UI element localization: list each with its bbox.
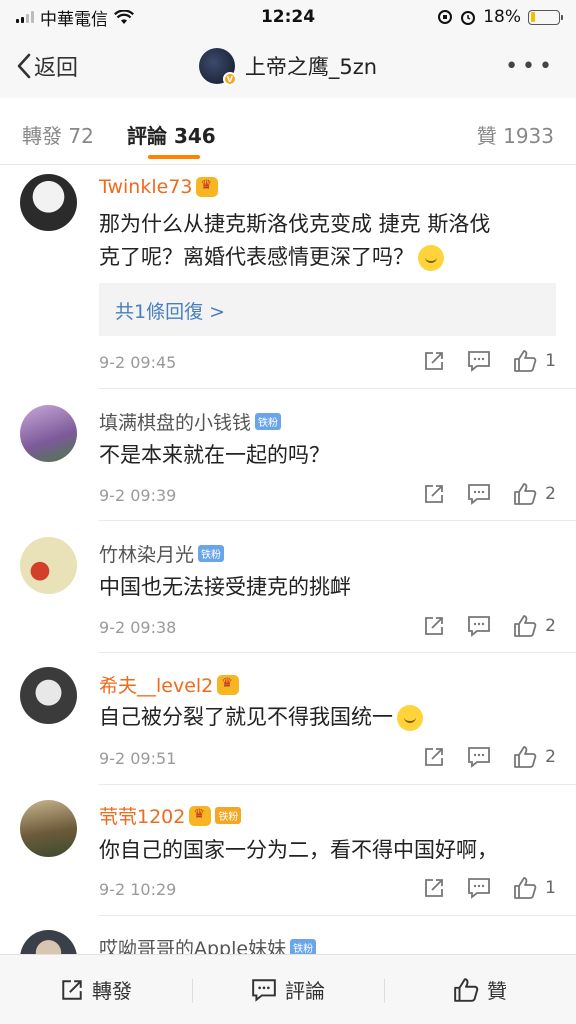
like-count: 2 xyxy=(545,484,556,504)
tab-likes[interactable]: 贊 1933 xyxy=(477,120,554,149)
comment-time: 9-2 09:51 xyxy=(99,749,177,768)
fan-badge: 铁粉 xyxy=(255,413,282,430)
like-icon[interactable] xyxy=(513,482,537,506)
comment-button[interactable]: 評論 xyxy=(192,975,384,1004)
comment-time: 9-2 09:39 xyxy=(99,486,177,505)
comment-icon xyxy=(252,978,276,1002)
battery-icon xyxy=(528,9,563,25)
like-icon[interactable] xyxy=(513,349,537,373)
alarm-icon xyxy=(461,11,476,25)
reply-icon[interactable] xyxy=(467,746,491,768)
status-bar: 中華電信 12:24 18% xyxy=(0,0,576,34)
divider xyxy=(99,784,576,785)
back-button[interactable]: 返回 xyxy=(16,50,78,82)
comment-time: 9-2 09:38 xyxy=(99,618,177,637)
signal-icon xyxy=(16,11,34,23)
comment-text: 你自己的国家一分为二，看不得中国好啊， xyxy=(99,838,498,862)
divider xyxy=(99,388,576,389)
vip-crown-icon xyxy=(217,674,240,695)
like-icon xyxy=(454,977,479,1002)
page-title[interactable]: 上帝之鹰_5zn xyxy=(245,51,377,81)
tab-bar: 轉發 72 評論 346 贊 1933 xyxy=(0,98,576,165)
bottom-action-bar: 轉發 評論 贊 xyxy=(0,954,576,1024)
nav-bar: 返回 V 上帝之鹰_5zn ••• xyxy=(0,34,576,98)
author-avatar[interactable]: V xyxy=(198,48,237,86)
reply-icon[interactable] xyxy=(467,483,491,505)
like-count: 1 xyxy=(545,351,556,371)
comment-time: 9-2 09:45 xyxy=(99,353,177,372)
replies-link[interactable]: 共1條回復 > xyxy=(99,283,556,336)
commenter-name[interactable]: 希夫__level2 xyxy=(99,671,213,698)
like-button[interactable]: 贊 xyxy=(384,975,576,1004)
comment-label: 評論 xyxy=(285,979,325,1003)
wifi-icon xyxy=(114,9,134,24)
commenter-avatar[interactable] xyxy=(20,667,77,724)
emoji-icon xyxy=(397,705,423,731)
emoji-icon xyxy=(418,245,444,271)
share-icon[interactable] xyxy=(423,746,445,768)
back-label: 返回 xyxy=(34,56,79,81)
tab-comments[interactable]: 評論 346 xyxy=(127,120,216,149)
repost-label: 轉發 xyxy=(92,979,132,1003)
battery-percent: 18% xyxy=(483,7,521,27)
commenter-name[interactable]: Twinkle73 xyxy=(99,176,192,198)
divider xyxy=(99,520,576,521)
like-count: 1 xyxy=(545,878,556,898)
vip-crown-icon xyxy=(196,177,219,197)
comment-text: 不是本来就在一起的吗？ xyxy=(99,443,330,467)
more-options-button[interactable]: ••• xyxy=(505,54,556,79)
comment-time: 9-2 10:29 xyxy=(99,880,177,899)
reply-icon[interactable] xyxy=(467,350,491,372)
repost-button[interactable]: 轉發 xyxy=(0,975,192,1004)
share-icon[interactable] xyxy=(423,877,445,899)
verified-badge-icon: V xyxy=(222,72,237,86)
commenter-avatar[interactable] xyxy=(20,537,77,594)
active-tab-indicator xyxy=(148,155,200,159)
commenter-avatar[interactable] xyxy=(20,405,77,462)
chevron-left-icon xyxy=(17,53,31,79)
like-icon[interactable] xyxy=(513,876,537,900)
commenter-name[interactable]: 竹林染月光 xyxy=(99,540,194,567)
share-icon[interactable] xyxy=(423,350,445,372)
fan-badge: 铁粉 xyxy=(215,807,242,824)
carrier-name: 中華電信 xyxy=(40,9,108,30)
like-icon[interactable] xyxy=(513,745,537,769)
commenter-avatar[interactable] xyxy=(20,800,77,857)
commenter-name[interactable]: 填满棋盘的小钱钱 xyxy=(99,408,251,435)
share-icon xyxy=(62,979,82,1000)
reply-icon[interactable] xyxy=(467,615,491,637)
share-icon[interactable] xyxy=(423,483,445,505)
vip-crown-icon xyxy=(189,805,212,826)
comment-text: 那为什么从捷克斯洛伐克变成 捷克 斯洛伐 克了呢？离婚代表感情更深了吗？ xyxy=(99,212,491,271)
like-count: 2 xyxy=(545,747,556,767)
commenter-avatar[interactable] xyxy=(20,174,77,231)
divider xyxy=(99,915,576,916)
comment-text: 中国也无法接受捷克的挑衅 xyxy=(99,575,351,599)
tab-reposts[interactable]: 轉發 72 xyxy=(22,120,94,149)
divider xyxy=(99,652,576,653)
reply-icon[interactable] xyxy=(467,877,491,899)
share-icon[interactable] xyxy=(423,615,445,637)
like-label: 贊 xyxy=(487,979,507,1003)
screen-lock-icon xyxy=(438,10,453,24)
commenter-name[interactable]: 茕茕1202 xyxy=(99,802,185,829)
like-icon[interactable] xyxy=(513,614,537,638)
fan-badge: 铁粉 xyxy=(198,545,225,562)
comment-text: 自己被分裂了就见不得我国统一 xyxy=(99,701,559,734)
like-count: 2 xyxy=(545,616,556,636)
